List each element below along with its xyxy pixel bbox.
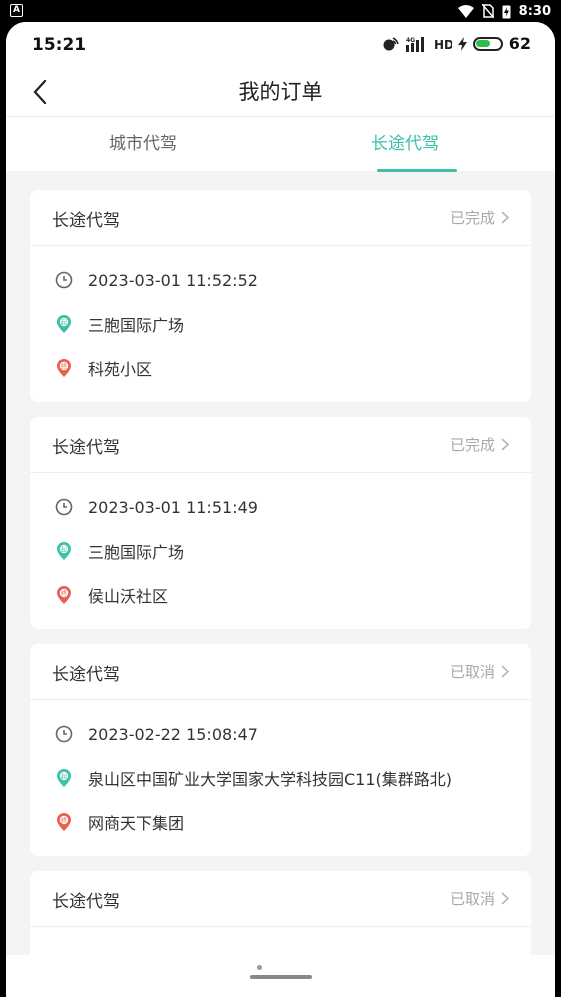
order-details: 2023-03-01 11:52:52 起 三胞国际广场 终 科苑小区 bbox=[30, 246, 531, 402]
order-end-row: 终 科苑小区 bbox=[30, 346, 531, 390]
order-status: 已完成 bbox=[450, 207, 509, 228]
order-status-label: 已取消 bbox=[449, 890, 495, 908]
active-tab-indicator bbox=[377, 169, 457, 172]
order-status-label: 已完成 bbox=[449, 209, 495, 227]
no-sim-icon bbox=[481, 4, 494, 18]
chevron-right-icon bbox=[501, 211, 509, 224]
order-end-address: 网商天下集团 bbox=[88, 814, 185, 833]
order-start-row: 起 泉山区中国矿业大学国家大学科技园C11(集群路北) bbox=[30, 756, 531, 800]
end-location-icon: 终 bbox=[54, 358, 74, 378]
battery-icon bbox=[472, 36, 503, 51]
svg-text:终: 终 bbox=[61, 589, 67, 597]
order-details: 2023-03-01 11:51:49 起 三胞国际广场 终 侯山沃社区 bbox=[30, 473, 531, 629]
order-time-row: 2023-03-01 11:52:52 bbox=[30, 258, 531, 302]
order-card[interactable]: 长途代驾 已完成 2023-03-01 11:52:52 起 三胞国际广场 终 … bbox=[30, 190, 531, 402]
tab-long-distance-driving[interactable]: 长途代驾 bbox=[305, 117, 505, 172]
order-card-header[interactable]: 长途代驾 已完成 bbox=[30, 190, 531, 246]
order-type: 长途代驾 bbox=[52, 438, 120, 458]
home-indicator[interactable] bbox=[250, 975, 312, 979]
app-screen: 15:21 4G HD 62 我的订单 城市代驾 长途代驾 长途代驾 已完成 2… bbox=[6, 22, 555, 997]
order-type: 长途代驾 bbox=[52, 892, 120, 912]
charging-icon bbox=[457, 36, 467, 51]
status-bar: 15:21 4G HD 62 bbox=[6, 22, 555, 68]
chevron-right-icon bbox=[501, 665, 509, 678]
order-time: 2023-02-22 15:08:47 bbox=[88, 724, 258, 744]
svg-text:起: 起 bbox=[61, 318, 67, 326]
end-location-icon: 终 bbox=[54, 812, 74, 832]
svg-text:HD: HD bbox=[434, 38, 452, 52]
order-card-header[interactable]: 长途代驾 已完成 bbox=[30, 417, 531, 473]
order-start-address: 三胞国际广场 bbox=[88, 543, 185, 562]
phone-signal-icon bbox=[383, 36, 399, 50]
start-location-icon: 起 bbox=[54, 768, 74, 788]
order-end-address: 侯山沃社区 bbox=[88, 587, 169, 606]
svg-text:4G: 4G bbox=[406, 37, 415, 44]
status-icons: 4G HD 62 bbox=[382, 34, 531, 53]
wifi-icon bbox=[457, 4, 474, 18]
svg-text:终: 终 bbox=[61, 816, 67, 824]
order-card-header[interactable]: 长途代驾 已取消 bbox=[30, 871, 531, 927]
chevron-right-icon bbox=[501, 438, 509, 451]
order-time: 2023-03-01 11:52:52 bbox=[88, 270, 258, 290]
status-time: 15:21 bbox=[32, 35, 87, 55]
order-card[interactable]: 长途代驾 已取消 2023-02-22 15:08:47 起 泉山区中国矿业大学… bbox=[30, 644, 531, 856]
order-time-row: 2023-02-22 15:08:47 bbox=[30, 712, 531, 756]
page-title: 我的订单 bbox=[238, 80, 323, 104]
order-list: 长途代驾 已完成 2023-03-01 11:52:52 起 三胞国际广场 终 … bbox=[30, 190, 531, 997]
order-status: 已取消 bbox=[450, 661, 509, 682]
order-details: 2023-02-22 15:08:47 起 泉山区中国矿业大学国家大学科技园C1… bbox=[30, 700, 531, 856]
svg-text:起: 起 bbox=[61, 772, 67, 780]
order-start-row: 起 三胞国际广场 bbox=[30, 302, 531, 346]
order-card[interactable]: 长途代驾 已完成 2023-03-01 11:51:49 起 三胞国际广场 终 … bbox=[30, 417, 531, 629]
gesture-bar bbox=[6, 955, 555, 997]
system-time: 8:30 bbox=[518, 3, 551, 19]
tab-label: 城市代驾 bbox=[109, 134, 177, 154]
start-location-icon: 起 bbox=[54, 541, 74, 561]
order-card-header[interactable]: 长途代驾 已取消 bbox=[30, 644, 531, 700]
system-status-bar: A 8:30 bbox=[0, 0, 561, 22]
order-time-row: 2023-03-01 11:51:49 bbox=[30, 485, 531, 529]
gesture-dot bbox=[257, 965, 262, 970]
nav-bar: 我的订单 bbox=[6, 68, 555, 116]
hd-voice-icon: HD bbox=[434, 38, 452, 52]
order-end-row: 终 网商天下集团 bbox=[30, 800, 531, 844]
order-time: 2023-03-01 11:51:49 bbox=[88, 497, 258, 517]
svg-text:起: 起 bbox=[61, 545, 67, 553]
notification-icon: A bbox=[10, 4, 23, 17]
order-start-row: 起 三胞国际广场 bbox=[30, 529, 531, 573]
tab-city-driving[interactable]: 城市代驾 bbox=[43, 117, 243, 172]
order-start-address: 三胞国际广场 bbox=[88, 316, 185, 335]
order-status-label: 已取消 bbox=[449, 663, 495, 681]
order-end-row: 终 侯山沃社区 bbox=[30, 573, 531, 617]
order-end-address: 科苑小区 bbox=[88, 360, 153, 379]
battery-charging-icon bbox=[502, 5, 511, 18]
chevron-right-icon bbox=[501, 892, 509, 905]
clock-icon bbox=[54, 497, 74, 517]
start-location-icon: 起 bbox=[54, 314, 74, 334]
svg-text:终: 终 bbox=[61, 362, 67, 370]
clock-icon bbox=[54, 270, 74, 290]
tab-label: 长途代驾 bbox=[371, 134, 439, 154]
order-type: 长途代驾 bbox=[52, 211, 120, 231]
order-status: 已完成 bbox=[450, 434, 509, 455]
end-location-icon: 终 bbox=[54, 585, 74, 605]
cellular-4g-icon: 4G bbox=[405, 36, 424, 52]
system-status-icons: 8:30 bbox=[457, 2, 551, 20]
order-status-label: 已完成 bbox=[449, 436, 495, 454]
order-status: 已取消 bbox=[450, 888, 509, 909]
order-type: 长途代驾 bbox=[52, 665, 120, 685]
clock-icon bbox=[54, 724, 74, 744]
order-start-address: 泉山区中国矿业大学国家大学科技园C11(集群路北) bbox=[88, 770, 453, 789]
battery-level: 62 bbox=[508, 34, 531, 53]
tab-bar: 城市代驾 长途代驾 bbox=[6, 116, 555, 172]
